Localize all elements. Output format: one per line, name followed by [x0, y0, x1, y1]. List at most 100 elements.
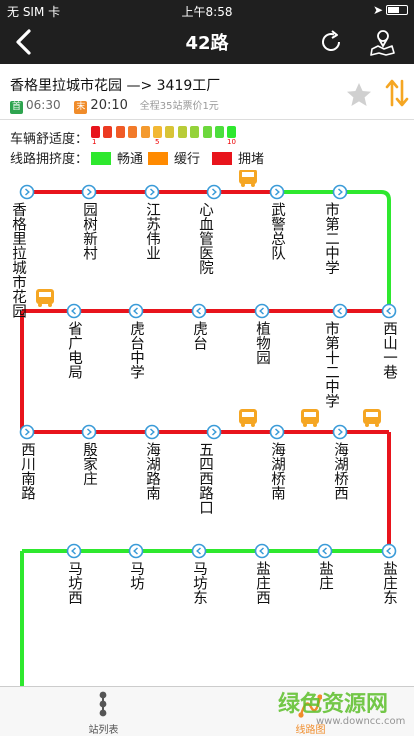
stop-node[interactable] — [144, 184, 160, 200]
stop-name[interactable]: 心血管医院 — [197, 202, 213, 275]
stop-node[interactable] — [66, 303, 82, 319]
scale-mark-max: 10 — [227, 138, 236, 146]
stop-node[interactable] — [332, 303, 348, 319]
smooth-label: 畅通 — [117, 152, 144, 167]
chevron-left-icon[interactable] — [8, 25, 42, 59]
stop-node[interactable] — [66, 543, 82, 559]
comfort-scale-segment — [215, 126, 224, 138]
stop-node[interactable] — [128, 543, 144, 559]
stop-node[interactable] — [128, 303, 144, 319]
bus-icon[interactable] — [239, 170, 257, 187]
stop-name[interactable]: 盐庄东 — [381, 561, 397, 605]
stop-name[interactable]: 马坊东 — [191, 561, 207, 605]
stop-node[interactable] — [381, 543, 397, 559]
stop-node[interactable] — [206, 184, 222, 200]
stop-node[interactable] — [191, 303, 207, 319]
bus-icon[interactable] — [301, 409, 319, 427]
slow-label: 缓行 — [174, 152, 201, 167]
stop-node[interactable] — [81, 424, 97, 440]
comfort-scale-segment — [91, 126, 100, 138]
stop-node[interactable] — [381, 303, 397, 319]
stop-node[interactable] — [332, 184, 348, 200]
legend-jam: 拥堵 — [212, 148, 264, 167]
stop-list-icon — [99, 691, 107, 717]
comfort-scale-segment — [202, 126, 212, 138]
comfort-label: 车辆舒适度： — [10, 132, 89, 147]
refresh-icon[interactable] — [316, 27, 346, 57]
comfort-scale-segment — [177, 126, 187, 138]
stop-name[interactable]: 海湖桥南 — [269, 442, 285, 500]
route-info: 香格里拉城市花园 —> 3419工厂 首 06:30 末 20:10 全程35站票价… — [0, 64, 414, 120]
stop-node[interactable] — [206, 424, 222, 440]
stop-node[interactable] — [191, 543, 207, 559]
stop-name[interactable]: 江苏伟业 — [144, 202, 160, 260]
tab-stop-list[interactable]: 站列表 — [0, 687, 207, 736]
stop-name[interactable]: 西山一巷 — [381, 321, 397, 379]
battery-icon: ➤ — [373, 3, 408, 17]
stop-name[interactable]: 园树新村 — [81, 202, 97, 260]
stop-name[interactable]: 马坊 — [128, 561, 144, 590]
clock: 上午8:58 — [181, 5, 233, 19]
bus-icon[interactable] — [36, 289, 54, 307]
stop-node[interactable] — [81, 184, 97, 200]
stop-node[interactable] — [269, 424, 285, 440]
stop-name[interactable]: 盐庄 — [317, 561, 333, 590]
stop-name[interactable]: 省广电局 — [66, 321, 82, 379]
comfort-scale-segment — [128, 126, 138, 138]
stop-node[interactable] — [19, 424, 35, 440]
tab-label: 线路图 — [295, 725, 326, 736]
stop-node[interactable] — [19, 184, 35, 200]
stop-name[interactable]: 海湖桥西 — [332, 442, 348, 500]
comfort-scale-segment — [153, 126, 162, 138]
comfort-scale-segment — [115, 126, 125, 138]
stop-name[interactable]: 虎台中学 — [128, 321, 144, 379]
stop-name[interactable]: 五四西路口 — [197, 442, 213, 515]
tab-route-map[interactable]: 线路图 — [207, 687, 414, 736]
comfort-scale-segment — [190, 126, 200, 138]
first-bus-time: 06:30 — [26, 98, 61, 112]
screen: 无 SIM 卡 上午8:58 ➤ 42路 香格里拉城市花园 —> 3419工厂 … — [0, 0, 414, 736]
stop-name[interactable]: 盐庄西 — [254, 561, 270, 605]
stop-name[interactable]: 西川南路 — [19, 442, 35, 500]
bus-icon[interactable] — [239, 409, 257, 427]
stop-node[interactable] — [269, 184, 285, 200]
map-pin-icon[interactable] — [368, 27, 398, 57]
stop-node[interactable] — [254, 303, 270, 319]
comfort-scale-segment — [165, 126, 175, 138]
star-icon[interactable] — [344, 80, 374, 110]
stop-name[interactable]: 武警总队 — [269, 202, 285, 260]
jam-swatch — [212, 152, 232, 165]
nav-bar: 42路 — [0, 20, 414, 64]
last-bus-time: 20:10 — [90, 98, 128, 113]
route-map-icon — [298, 694, 322, 718]
comfort-scale-segment — [103, 126, 113, 138]
stop-node[interactable] — [332, 424, 348, 440]
swap-direction-icon[interactable] — [384, 78, 410, 108]
stop-name[interactable]: 马坊西 — [66, 561, 82, 605]
stop-name[interactable]: 香格里拉城市花园 — [10, 202, 26, 318]
first-bus-badge: 首 — [10, 101, 23, 114]
route-direction: 香格里拉城市花园 —> 3419工厂 — [10, 78, 221, 94]
tab-label: 站列表 — [88, 725, 119, 736]
stop-name[interactable]: 虎台 — [191, 321, 207, 350]
slow-swatch — [148, 152, 168, 165]
route-summary: 全程35站票价1元 — [139, 101, 219, 112]
stop-node[interactable] — [254, 543, 270, 559]
stop-name[interactable]: 市第二中学 — [323, 202, 339, 275]
last-bus-badge: 末 — [74, 101, 88, 114]
stop-name[interactable]: 市第十二中学 — [323, 321, 339, 408]
stop-name[interactable]: 海湖路南 — [144, 442, 160, 500]
stop-name[interactable]: 植物园 — [254, 321, 270, 365]
scale-mark-mid: 5 — [155, 138, 160, 146]
bus-icon[interactable] — [363, 409, 381, 427]
stop-name[interactable]: 殷家庄 — [81, 442, 97, 486]
scale-mark-min: 1 — [92, 138, 97, 146]
stop-node[interactable] — [317, 543, 333, 559]
congestion-label: 线路拥挤度： — [10, 152, 89, 167]
legend-smooth: 畅通 — [91, 148, 143, 167]
comfort-scale-segment — [140, 126, 150, 138]
legend-slow: 缓行 — [148, 148, 200, 167]
stop-node[interactable] — [144, 424, 160, 440]
route-map[interactable]: 香格里拉城市花园 园树新村 江苏伟业 心血管医院 武警总队 市第二中学西山一巷 市第十二中学… — [0, 170, 414, 686]
smooth-swatch — [91, 152, 111, 165]
